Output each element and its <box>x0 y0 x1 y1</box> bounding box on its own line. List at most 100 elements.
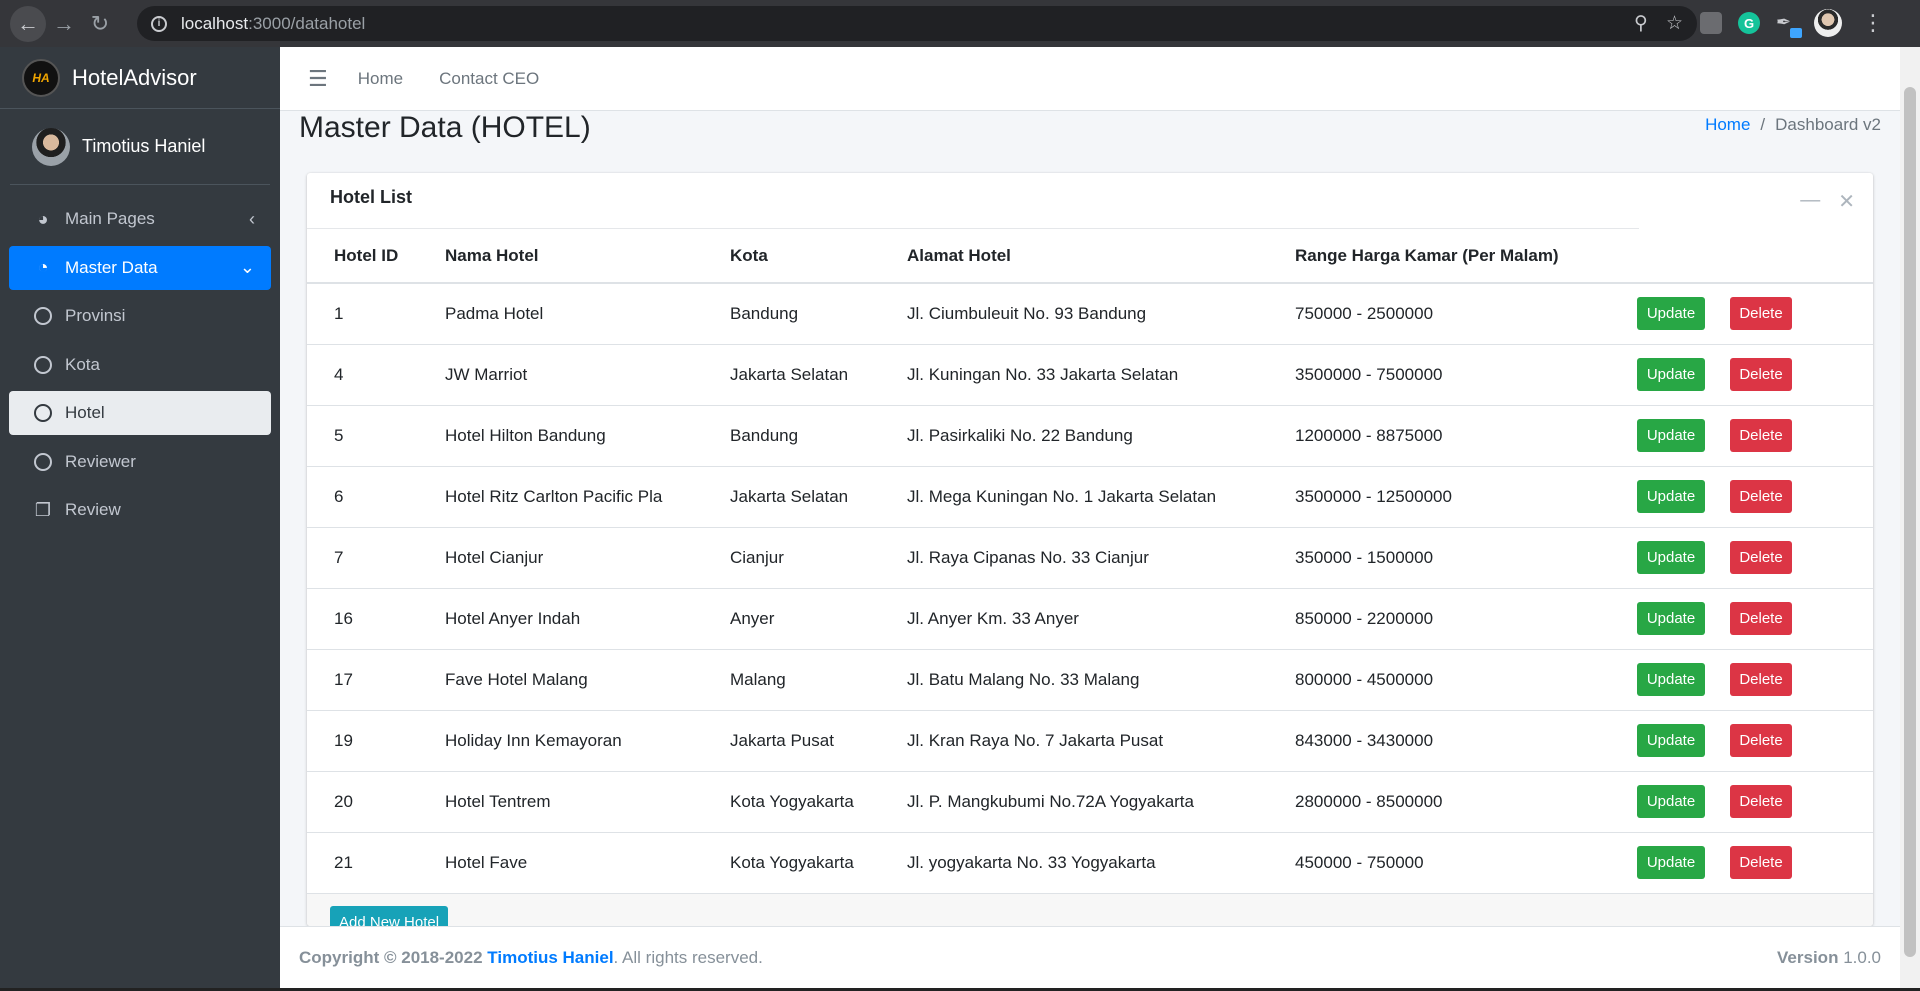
zoom-icon[interactable]: ⚲ <box>1634 12 1648 35</box>
extension-icon[interactable] <box>1700 12 1722 34</box>
forward-arrow-icon[interactable]: → <box>46 6 82 42</box>
circle-icon <box>31 452 55 471</box>
cell-nama-hotel: Holiday Inn Kemayoran <box>418 710 703 772</box>
table-row: 7 Hotel Cianjur Cianjur Jl. Raya Cipanas No… <box>307 527 1873 589</box>
delete-button[interactable]: Delete <box>1730 846 1792 879</box>
hamburger-menu-icon[interactable]: ☰ <box>308 66 328 92</box>
table-header-row: Hotel ID Nama Hotel Kota Alamat Hotel Ra… <box>307 229 1873 284</box>
version-label: Version <box>1777 948 1839 967</box>
nav-contact-ceo-link[interactable]: Contact CEO <box>439 69 539 89</box>
update-button[interactable]: Update <box>1637 602 1705 635</box>
sidebar-item-reviewer[interactable]: Reviewer <box>9 440 271 484</box>
close-icon[interactable]: ✕ <box>1838 189 1855 214</box>
sidebar-item-kota[interactable]: Kota <box>9 343 271 387</box>
cell-kota: Jakarta Pusat <box>703 710 880 772</box>
update-button[interactable]: Update <box>1637 541 1705 574</box>
table-row: 5 Hotel Hilton Bandung Bandung Jl. Pasirkal… <box>307 405 1873 467</box>
site-info-icon[interactable]: i <box>151 15 167 32</box>
sidebar-item-review[interactable]: ❐ Review <box>9 488 271 532</box>
update-button[interactable]: Update <box>1637 724 1705 757</box>
cell-alamat-hotel: Jl. Kuningan No. 33 Jakarta Selatan <box>880 344 1268 406</box>
cell-alamat-hotel: Jl. Kran Raya No. 7 Jakarta Pusat <box>880 710 1268 772</box>
circle-icon <box>31 307 55 325</box>
update-button[interactable]: Update <box>1637 663 1705 696</box>
update-button[interactable]: Update <box>1637 846 1705 879</box>
hotel-list-card: Hotel List — ✕ Hotel ID Nama Hotel Kota … <box>307 173 1873 926</box>
update-button[interactable]: Update <box>1637 358 1705 391</box>
update-button[interactable]: Update <box>1637 785 1705 818</box>
cell-hotel-id: 4 <box>307 344 418 406</box>
cell-hotel-id: 20 <box>307 771 418 833</box>
browser-menu-icon[interactable]: ⋮ <box>1862 10 1884 36</box>
page-scrollbar[interactable] <box>1900 47 1920 991</box>
table-body: 1 Padma Hotel Bandung Jl. Ciumbuleuit No. 9… <box>307 283 1873 894</box>
sidebar-item-label: Hotel <box>65 403 105 422</box>
delete-button[interactable]: Delete <box>1730 480 1792 513</box>
delete-button[interactable]: Delete <box>1730 663 1792 696</box>
card-header: Hotel List <box>307 173 1639 229</box>
cell-range-harga: 2800000 - 8500000 <box>1268 771 1623 833</box>
author-link[interactable]: Timotius Haniel <box>487 948 613 968</box>
cell-alamat-hotel: Jl. Batu Malang No. 33 Malang <box>880 649 1268 711</box>
chevron-down-icon: ⌄ <box>239 257 255 277</box>
cell-alamat-hotel: Jl. P. Mangkubumi No.72A Yogyakarta <box>880 771 1268 833</box>
breadcrumb-home-link[interactable]: Home <box>1705 115 1750 134</box>
add-new-hotel-button[interactable]: Add New Hotel <box>330 905 449 926</box>
brand-link[interactable]: HA HotelAdvisor <box>0 47 280 109</box>
profile-avatar[interactable] <box>1814 9 1842 37</box>
cell-nama-hotel: Hotel Anyer Indah <box>418 588 703 650</box>
copy-documents-icon: ❐ <box>34 499 52 520</box>
cell-alamat-hotel: Jl. yogyakarta No. 33 Yogyakarta <box>880 832 1268 894</box>
circle-icon <box>31 404 55 422</box>
table-row: 20 Hotel Tentrem Kota Yogyakarta Jl. P. Man… <box>307 771 1873 833</box>
delete-button[interactable]: Delete <box>1730 297 1792 331</box>
back-arrow-icon[interactable]: ← <box>10 5 46 42</box>
cell-actions: Update Delete <box>1623 649 1873 711</box>
cell-hotel-id: 16 <box>307 588 418 650</box>
breadcrumb-current: Dashboard v2 <box>1775 115 1881 134</box>
sidebar-item-main-pages[interactable]: ◕ Main Pages ‹ <box>9 197 271 241</box>
address-bar[interactable]: i localhost:3000/datahotel ⚲ ☆ <box>137 6 1697 41</box>
cell-actions: Update Delete <box>1623 771 1873 833</box>
rights-text: . All rights reserved. <box>613 948 763 967</box>
brand-logo: HA <box>22 58 60 97</box>
pie-chart-icon: ◔ <box>37 257 49 277</box>
delete-button[interactable]: Delete <box>1730 602 1792 635</box>
grammarly-icon[interactable]: G <box>1738 12 1760 34</box>
cell-kota: Bandung <box>703 283 880 345</box>
update-button[interactable]: Update <box>1637 480 1705 513</box>
cell-kota: Bandung <box>703 405 880 467</box>
delete-button[interactable]: Delete <box>1730 419 1792 452</box>
version-info: Version 1.0.0 <box>1777 948 1881 968</box>
user-name[interactable]: Timotius Haniel <box>82 136 205 157</box>
pen-extension-icon[interactable]: ✒ <box>1776 12 1802 38</box>
bookmark-star-icon[interactable]: ☆ <box>1666 12 1683 35</box>
minus-collapse-icon[interactable]: — <box>1800 189 1820 214</box>
sidebar-item-master-data[interactable]: ◔ Master Data ⌄ <box>9 245 271 290</box>
scrollbar-thumb[interactable] <box>1904 87 1916 957</box>
delete-button[interactable]: Delete <box>1730 785 1792 818</box>
cell-actions: Update Delete <box>1623 832 1873 894</box>
sidebar-item-label: Review <box>65 500 121 519</box>
sidebar-item-label: Provinsi <box>65 306 126 325</box>
delete-button[interactable]: Delete <box>1730 724 1792 757</box>
sidebar-item-provinsi[interactable]: Provinsi <box>9 294 271 338</box>
reload-icon[interactable]: ↻ <box>82 6 118 42</box>
update-button[interactable]: Update <box>1637 419 1705 452</box>
sidebar: HA HotelAdvisor Timotius Haniel ◕ Main P… <box>0 47 280 991</box>
table-row: 21 Hotel Fave Kota Yogyakarta Jl. yogyakart… <box>307 832 1873 894</box>
sidebar-item-hotel[interactable]: Hotel <box>9 391 271 435</box>
table-row: 16 Hotel Anyer Indah Anyer Jl. Anyer Km. 33… <box>307 588 1873 650</box>
cell-alamat-hotel: Jl. Ciumbuleuit No. 93 Bandung <box>880 283 1268 345</box>
delete-button[interactable]: Delete <box>1730 541 1792 574</box>
table-row: 19 Holiday Inn Kemayoran Jakarta Pusat Jl. … <box>307 710 1873 772</box>
update-button[interactable]: Update <box>1637 297 1705 331</box>
cell-range-harga: 450000 - 750000 <box>1268 832 1623 894</box>
user-panel[interactable]: Timotius Haniel <box>10 109 270 185</box>
nav-home-link[interactable]: Home <box>358 69 403 89</box>
cell-kota: Kota Yogyakarta <box>703 771 880 833</box>
delete-button[interactable]: Delete <box>1730 358 1792 391</box>
column-header-actions <box>1623 229 1873 284</box>
column-header-alamat-hotel: Alamat Hotel <box>880 229 1268 284</box>
cell-actions: Update Delete <box>1623 344 1873 406</box>
